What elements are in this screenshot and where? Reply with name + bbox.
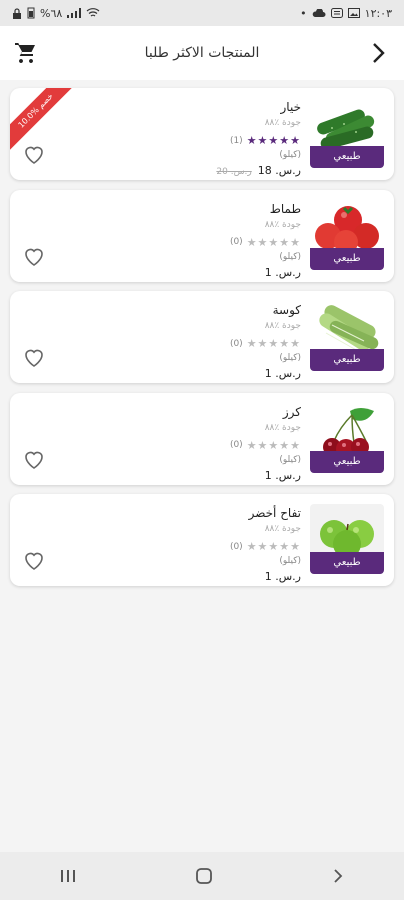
back-nav-icon[interactable] [331, 868, 345, 884]
cloud-icon [312, 8, 326, 17]
current-price: ر.س. 1 [264, 468, 301, 482]
message-icon [330, 8, 343, 18]
natural-badge: طبيعي [310, 247, 384, 270]
page-title: المنتجات الاكثر طلبا [144, 45, 260, 61]
rating-count: (1) [229, 135, 243, 146]
rating-row: ★★★★★ (0) [230, 540, 301, 553]
product-quality: جودة ٪٨٨ [264, 321, 301, 331]
product-card[interactable]: طبيعي طماط جودة ٪٨٨ ★★★★★ (0) (كيلو) ر.س. 1 [10, 189, 394, 282]
price-row: ر.س. 1 [265, 367, 301, 380]
rating-count: (0) [229, 237, 243, 247]
discount-ribbon: 10.0% خصم [10, 88, 80, 158]
rating-count: (0) [229, 338, 243, 349]
product-card[interactable]: طبيعي خيار جودة ٪٨٨ ★★★★★ (1) (كيلو) ر.س. 20 ر.… [10, 88, 394, 180]
product-quality: جودة ٪٨٨ [264, 118, 301, 128]
product-unit: (كيلو) [279, 454, 301, 465]
product-image[interactable]: طبيعي [310, 402, 384, 473]
chevron-right-icon [373, 43, 385, 63]
product-image[interactable]: طبيعي [310, 301, 384, 371]
old-price: ر.س. 20 [216, 167, 252, 177]
cart-icon [15, 43, 35, 63]
product-image[interactable]: طبيعي [310, 199, 384, 270]
rating-stars: ★★★★★ [246, 438, 301, 452]
status-bar: %٦٨ • ١٢:٠٣ [0, 0, 404, 26]
product-card[interactable]: طبيعي كرز جودة ٪٨٨ ★★★★★ (0) (كيلو) ر.س. 1 [10, 392, 394, 485]
rating-stars: ★★★★★ [246, 134, 301, 147]
favorite-heart-icon[interactable] [22, 548, 46, 572]
recent-apps-icon[interactable] [59, 868, 77, 884]
favorite-heart-icon[interactable] [22, 447, 46, 471]
status-left: %٦٨ [12, 7, 100, 20]
price-row: ر.س. 1 [265, 266, 301, 279]
app-bar: المنتجات الاكثر طلبا [0, 26, 404, 80]
product-quality: جودة ٪٨٨ [264, 422, 301, 433]
rating-stars: ★★★★★ [246, 337, 301, 350]
natural-badge: طبيعي [310, 450, 384, 473]
product-name[interactable]: طماط [270, 202, 301, 216]
product-unit: (كيلو) [279, 556, 301, 566]
rating-row: ★★★★★ (0) [230, 439, 301, 452]
dot-icon: • [300, 6, 307, 20]
product-image[interactable]: طبيعي [310, 504, 384, 574]
battery-level: %٦٨ [40, 6, 63, 20]
status-time: ١٢:٠٣ [364, 6, 392, 20]
wifi-icon [86, 8, 100, 17]
discount-label: 10.0% خصم [10, 88, 78, 153]
product-name[interactable]: تفاح أخضر [249, 506, 301, 520]
product-unit: (كيلو) [279, 353, 301, 363]
product-quality: جودة ٪٨٨ [264, 524, 301, 534]
image-icon [347, 8, 360, 18]
cart-button[interactable] [12, 39, 40, 67]
rating-count: (0) [229, 440, 243, 450]
status-right: • ١٢:٠٣ [300, 7, 392, 20]
rating-row: ★★★★★ (0) [230, 236, 301, 249]
current-price: ر.س. 1 [264, 265, 301, 279]
current-price: ر.س. 1 [264, 570, 301, 583]
favorite-heart-icon[interactable] [22, 244, 46, 268]
price-row: ر.س. 20 ر.س. 18 [216, 164, 301, 177]
current-price: ر.س. 1 [264, 367, 301, 380]
product-name[interactable]: كرز [283, 405, 301, 419]
lock-icon [13, 7, 21, 19]
natural-badge: طبيعي [310, 552, 384, 574]
rating-row: ★★★★★ (1) [230, 134, 301, 147]
product-unit: (كيلو) [279, 150, 301, 160]
rating-stars: ★★★★★ [246, 235, 301, 249]
product-card[interactable]: طبيعي تفاح أخضر جودة ٪٨٨ ★★★★★ (0) (كيلو) ر.س.… [10, 494, 394, 586]
product-list: طبيعي خيار جودة ٪٨٨ ★★★★★ (1) (كيلو) ر.س. 20 ر.… [10, 88, 394, 596]
natural-badge: طبيعي [310, 146, 384, 168]
current-price: ر.س. 18 [257, 164, 301, 177]
signal-icon [67, 8, 82, 18]
rating-count: (0) [229, 541, 243, 552]
product-card[interactable]: طبيعي كوسة جودة ٪٨٨ ★★★★★ (0) (كيلو) ر.س. 1 [10, 291, 394, 383]
system-nav-bar [0, 852, 404, 900]
natural-badge: طبيعي [310, 349, 384, 371]
price-row: ر.س. 1 [265, 570, 301, 583]
product-image[interactable]: طبيعي [310, 98, 384, 168]
back-button[interactable] [364, 39, 392, 67]
home-icon[interactable] [195, 867, 213, 885]
price-row: ر.س. 1 [265, 469, 301, 482]
battery-icon [27, 7, 35, 19]
product-name[interactable]: كوسة [273, 303, 301, 317]
rating-row: ★★★★★ (0) [230, 337, 301, 350]
rating-stars: ★★★★★ [246, 540, 301, 553]
product-quality: جودة ٪٨٨ [264, 219, 301, 230]
favorite-heart-icon[interactable] [22, 345, 46, 369]
product-name[interactable]: خيار [281, 100, 302, 114]
product-unit: (كيلو) [279, 251, 301, 262]
